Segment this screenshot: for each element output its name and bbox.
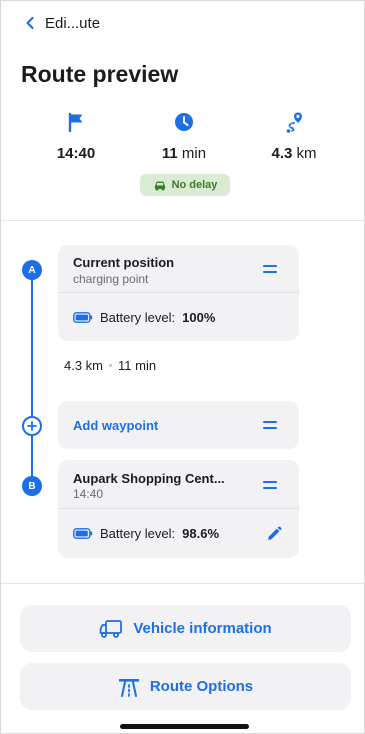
battery-label: Battery level: <box>100 310 176 325</box>
battery-value: 100% <box>182 310 216 325</box>
screen: Edi...ute Route preview 14:40 11 min 4.3… <box>0 0 365 734</box>
start-battery: Battery level: 100% <box>73 310 215 325</box>
route-pin-icon <box>286 112 302 133</box>
card-divider <box>58 508 299 509</box>
destination-waypoint-card[interactable]: Aupark Shopping Cent... 14:40 Battery le… <box>58 460 299 558</box>
add-waypoint-card[interactable]: Add waypoint <box>58 401 299 449</box>
divider <box>1 583 365 584</box>
battery-label: Battery level: <box>100 526 176 541</box>
battery-icon <box>73 312 93 323</box>
home-indicator[interactable] <box>120 724 249 729</box>
distance-unit: km <box>296 145 317 162</box>
route-options-button[interactable]: Route Options <box>20 663 351 710</box>
delay-label: No delay <box>171 179 218 191</box>
start-subtitle: charging point <box>73 272 149 286</box>
duration-value: 11 <box>161 145 178 162</box>
start-title: Current position <box>73 255 175 270</box>
flag-icon <box>68 112 83 132</box>
clock-icon <box>175 113 193 131</box>
truck-icon <box>100 619 123 638</box>
segment-duration: 11 min <box>118 358 157 373</box>
duration-unit: min <box>181 145 207 162</box>
add-waypoint-marker[interactable] <box>22 416 42 436</box>
vehicle-information-button[interactable]: Vehicle information <box>20 605 351 652</box>
distance-stat: 4.3 km <box>239 109 349 162</box>
plus-circle-icon <box>27 421 37 431</box>
back-button[interactable]: Edi...ute <box>23 11 100 35</box>
destination-title: Aupark Shopping Cent... <box>73 471 225 486</box>
start-marker: A <box>22 260 42 280</box>
drag-handle-icon[interactable] <box>263 265 277 277</box>
segment-distance: 4.3 km <box>64 358 104 373</box>
route-options-label: Route Options <box>149 678 254 695</box>
route-stats: 14:40 11 min 4.3 km <box>1 109 365 169</box>
delay-badge: No delay <box>140 174 230 196</box>
highway-icon <box>118 678 139 697</box>
start-waypoint-card[interactable]: Current position charging point Battery … <box>58 245 299 341</box>
destination-marker: B <box>22 476 42 496</box>
duration-stat: 11 min <box>129 109 239 162</box>
segment-info: 4.3 km 11 min <box>64 358 156 373</box>
car-icon <box>154 181 165 191</box>
distance-value: 4.3 <box>271 145 293 162</box>
destination-battery: Battery level: 98.6% <box>73 526 219 541</box>
battery-icon <box>73 528 93 539</box>
back-label: Edi...ute <box>45 14 101 32</box>
arrival-stat: 14:40 <box>21 109 131 162</box>
battery-value: 98.6% <box>182 526 220 541</box>
arrival-time: 14:40 <box>56 145 96 162</box>
card-divider <box>58 292 299 293</box>
divider <box>1 220 365 221</box>
vehicle-information-label: Vehicle information <box>133 620 272 637</box>
route-line <box>31 269 33 489</box>
drag-handle-icon[interactable] <box>263 481 277 493</box>
chevron-left-icon <box>26 16 34 30</box>
destination-subtitle: 14:40 <box>73 487 104 501</box>
drag-handle-icon[interactable] <box>263 421 277 433</box>
separator-dot <box>109 364 113 367</box>
add-waypoint-button[interactable]: Add waypoint <box>73 418 158 433</box>
page-title: Route preview <box>21 61 179 87</box>
pencil-icon[interactable] <box>265 525 283 543</box>
